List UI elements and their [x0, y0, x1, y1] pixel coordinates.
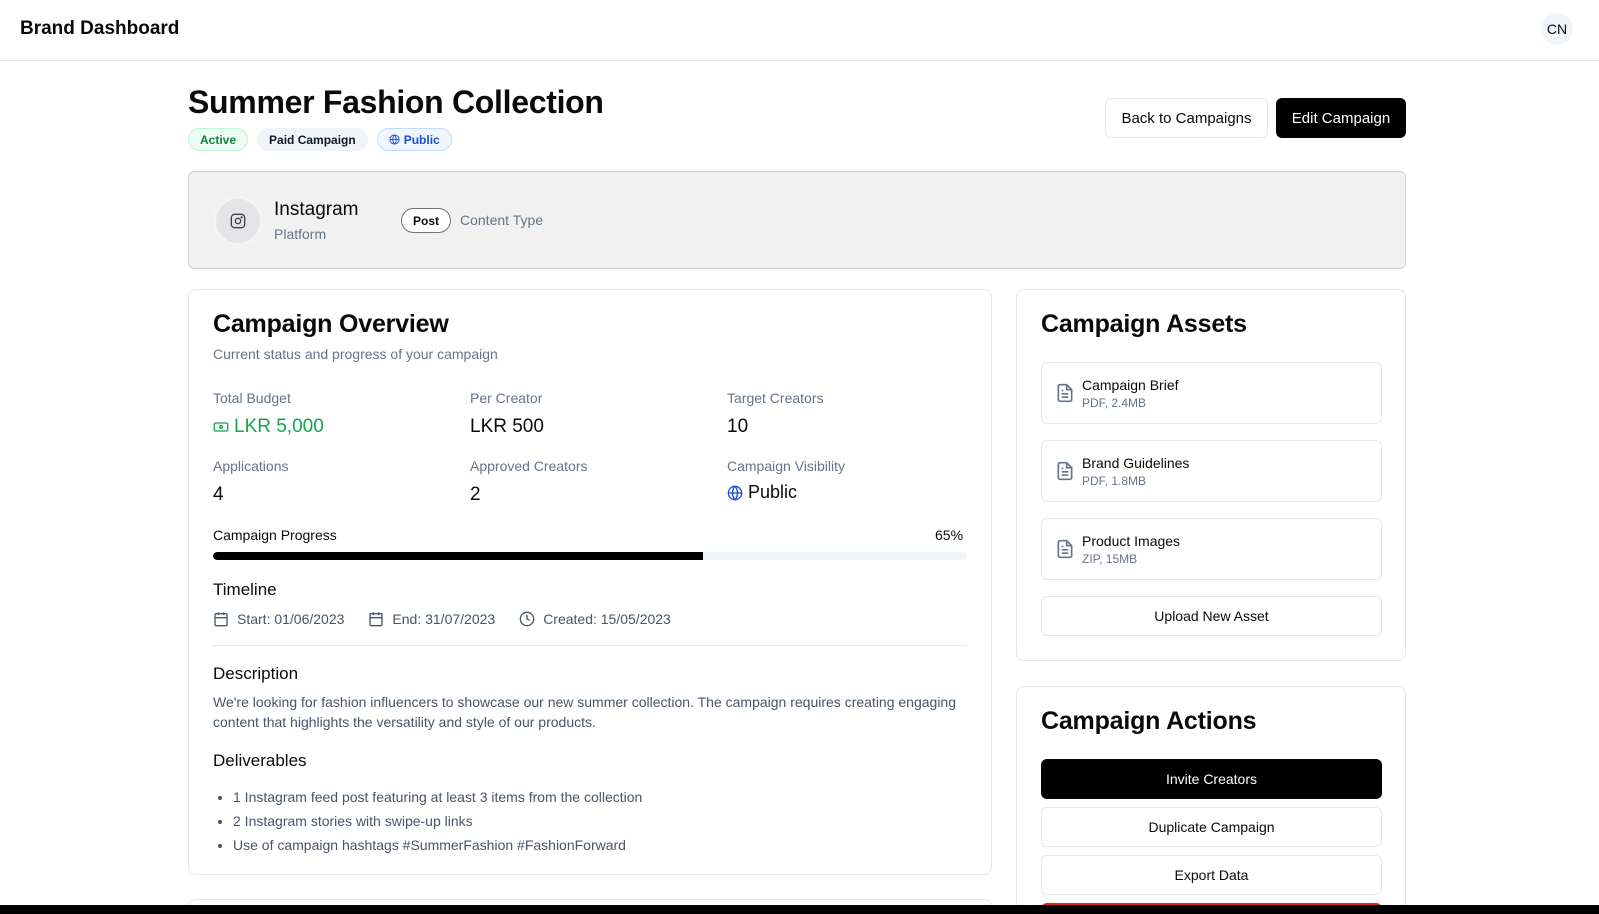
asset-item-campaign-brief[interactable]: Campaign Brief PDF, 2.4MB [1041, 362, 1382, 424]
back-to-campaigns-button[interactable]: Back to Campaigns [1105, 98, 1268, 138]
visibility-badge-label: Public [403, 132, 440, 147]
instagram-icon [230, 213, 246, 229]
total-budget-label: Total Budget [213, 390, 291, 406]
timeline-start: Start: 01/06/2023 [213, 611, 344, 627]
total-budget-amount: LKR 5,000 [234, 416, 324, 437]
asset-name: Brand Guidelines [1082, 455, 1190, 471]
asset-name: Product Images [1082, 533, 1181, 549]
campaign-visibility-value: Public [727, 482, 797, 503]
campaign-badges: Active Paid Campaign Public [188, 128, 452, 151]
overview-subtitle: Current status and progress of your camp… [213, 346, 498, 362]
top-navbar: Brand Dashboard CN [0, 0, 1599, 61]
edit-campaign-button[interactable]: Edit Campaign [1276, 98, 1406, 138]
per-creator-value: LKR 500 [470, 416, 544, 437]
campaign-assets-card: Campaign Assets Campaign Brief PDF, 2.4M… [1016, 289, 1406, 661]
timeline-heading: Timeline [213, 580, 277, 599]
applications-value: 4 [213, 484, 224, 505]
campaign-visibility-label: Campaign Visibility [727, 458, 846, 474]
overview-title: Campaign Overview [213, 310, 449, 338]
campaign-overview-card: Campaign Overview Current status and pro… [188, 289, 992, 875]
invite-creators-button[interactable]: Invite Creators [1041, 759, 1382, 799]
timeline: Start: 01/06/2023 End: 31/07/2023 Create… [213, 611, 671, 627]
calendar-icon [369, 612, 384, 627]
timeline-created: Created: 15/05/2023 [519, 611, 671, 627]
file-text-icon [1057, 383, 1073, 403]
globe-icon [727, 485, 743, 501]
content-type-pill: Post [401, 208, 452, 233]
platform-label: Platform [274, 226, 327, 242]
target-creators-value: 10 [727, 416, 749, 437]
timeline-start-text: Start: 01/06/2023 [237, 611, 345, 627]
approved-creators-label: Approved Creators [470, 458, 588, 474]
applications-label: Applications [213, 458, 289, 474]
duplicate-campaign-button[interactable]: Duplicate Campaign [1041, 807, 1382, 847]
content-type-label: Content Type [460, 212, 544, 228]
asset-meta: PDF, 1.8MB [1082, 474, 1147, 488]
asset-meta: ZIP, 15MB [1082, 552, 1138, 566]
description-heading: Description [213, 664, 299, 683]
globe-icon [389, 134, 400, 145]
divider [213, 645, 967, 646]
platform-card: Instagram Platform Post Content Type [188, 171, 1406, 269]
deliverables-heading: Deliverables [213, 751, 307, 770]
deliverable-item: 1 Instagram feed post featuring at least… [233, 785, 642, 809]
visibility-badge: Public [376, 128, 452, 151]
description-text: We're looking for fashion influencers to… [213, 694, 956, 730]
banknote-icon [213, 422, 229, 432]
total-budget-value: LKR 5,000 [213, 416, 324, 438]
file-text-icon [1057, 539, 1073, 559]
asset-item-brand-guidelines[interactable]: Brand Guidelines PDF, 1.8MB [1041, 440, 1382, 502]
campaign-visibility-text: Public [748, 482, 798, 502]
deliverable-item: 2 Instagram stories with swipe-up links [233, 809, 642, 833]
timeline-end: End: 31/07/2023 [368, 611, 495, 627]
page-title: Summer Fashion Collection [188, 84, 604, 120]
user-avatar[interactable]: CN [1541, 13, 1573, 45]
export-data-button[interactable]: Export Data [1041, 855, 1382, 895]
brand-title[interactable]: Brand Dashboard [20, 18, 179, 40]
progress-percent: 65% [935, 527, 964, 543]
clock-icon [519, 611, 535, 627]
upload-new-asset-button[interactable]: Upload New Asset [1041, 596, 1382, 636]
asset-name: Campaign Brief [1082, 377, 1179, 393]
actions-title: Campaign Actions [1041, 707, 1257, 735]
bottom-bar [0, 905, 1599, 914]
progress-bar [213, 552, 967, 560]
campaign-actions-card: Campaign Actions Invite Creators Duplica… [1016, 686, 1406, 914]
platform-name: Instagram [274, 199, 359, 220]
deliverable-item: Use of campaign hashtags #SummerFashion … [233, 833, 642, 857]
file-text-icon [1057, 461, 1073, 481]
target-creators-label: Target Creators [727, 390, 824, 406]
platform-icon-container [213, 196, 263, 246]
progress-label: Campaign Progress [213, 527, 337, 543]
timeline-created-text: Created: 15/05/2023 [543, 611, 671, 627]
campaign-type-badge: Paid Campaign [257, 128, 368, 151]
approved-creators-value: 2 [470, 484, 481, 505]
calendar-icon [214, 612, 228, 627]
assets-title: Campaign Assets [1041, 310, 1247, 338]
asset-meta: PDF, 2.4MB [1082, 396, 1147, 410]
progress-bar-fill [213, 552, 704, 560]
timeline-end-text: End: 31/07/2023 [392, 611, 496, 627]
status-badge: Active [188, 128, 249, 151]
deliverables-list: 1 Instagram feed post featuring at least… [233, 785, 642, 857]
per-creator-label: Per Creator [470, 390, 543, 406]
asset-item-product-images[interactable]: Product Images ZIP, 15MB [1041, 518, 1382, 580]
